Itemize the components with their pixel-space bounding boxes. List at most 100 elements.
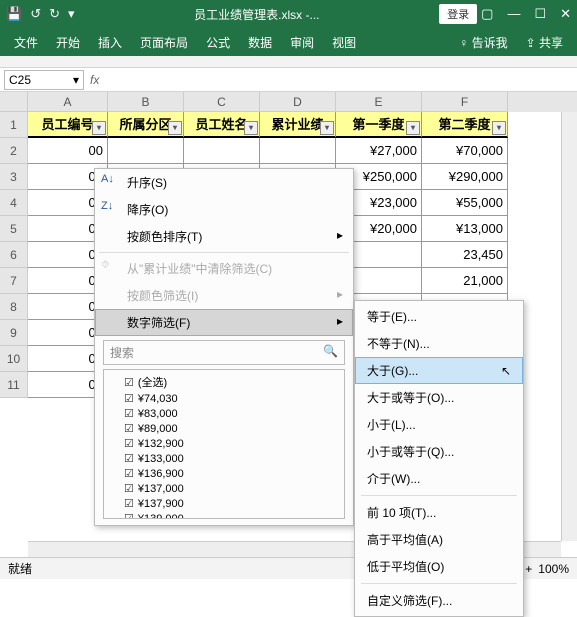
window-title: 员工业绩管理表.xlsx -...: [75, 6, 440, 23]
table-header[interactable]: 累计业绩▾: [260, 112, 336, 138]
ribbon-options-icon[interactable]: ▢: [481, 6, 493, 22]
cell[interactable]: [184, 138, 260, 164]
table-header[interactable]: 所属分区▾: [108, 112, 184, 138]
zoom-level[interactable]: 100%: [538, 562, 569, 576]
minimize-icon[interactable]: —: [507, 6, 520, 22]
filter-value-item[interactable]: ¥137,000: [106, 481, 342, 496]
tab-data[interactable]: 数据: [248, 34, 272, 51]
filter-button[interactable]: ▾: [492, 121, 506, 135]
filter-value-item[interactable]: ¥133,000: [106, 451, 342, 466]
filter-below-avg[interactable]: 低于平均值(O): [355, 553, 523, 580]
col-header[interactable]: B: [108, 92, 184, 112]
cell[interactable]: ¥27,000: [336, 138, 422, 164]
qat-more-icon[interactable]: ▾: [68, 6, 75, 22]
table-header[interactable]: 第一季度▾: [336, 112, 422, 138]
redo-icon[interactable]: ↻: [49, 6, 60, 22]
filter-not-equals[interactable]: 不等于(N)...: [355, 330, 523, 357]
sort-asc[interactable]: A↓升序(S): [95, 169, 353, 196]
clear-filter: ⯑从"累计业绩"中清除筛选(C): [95, 255, 353, 282]
save-icon[interactable]: 💾: [6, 6, 22, 22]
filter-button[interactable]: ▾: [92, 121, 106, 135]
tab-layout[interactable]: 页面布局: [140, 34, 188, 51]
tab-file[interactable]: 文件: [14, 34, 38, 51]
table-header[interactable]: 员工姓名▾: [184, 112, 260, 138]
row-header[interactable]: 3: [0, 164, 28, 190]
filter-button[interactable]: ▾: [406, 121, 420, 135]
cursor-icon: ↖: [501, 364, 511, 378]
select-all[interactable]: (全选): [106, 373, 342, 391]
filter-equals[interactable]: 等于(E)...: [355, 303, 523, 330]
share-button[interactable]: ⇪ 共享: [526, 34, 563, 51]
cell[interactable]: [260, 138, 336, 164]
filter-value-item[interactable]: ¥74,030: [106, 391, 342, 406]
filter-by-color: 按颜色筛选(I)▸: [95, 282, 353, 309]
filter-lte[interactable]: 小于或等于(Q)...: [355, 438, 523, 465]
filter-value-item[interactable]: ¥132,900: [106, 436, 342, 451]
sort-by-color[interactable]: 按颜色排序(T)▸: [95, 223, 353, 250]
filter-between[interactable]: 介于(W)...: [355, 465, 523, 492]
cell[interactable]: ¥290,000: [422, 164, 508, 190]
close-icon[interactable]: ✕: [560, 6, 571, 22]
row-header[interactable]: 4: [0, 190, 28, 216]
col-header[interactable]: D: [260, 92, 336, 112]
filter-above-avg[interactable]: 高于平均值(A): [355, 526, 523, 553]
col-header[interactable]: F: [422, 92, 508, 112]
row-header[interactable]: 10: [0, 346, 28, 372]
login-button[interactable]: 登录: [439, 4, 477, 24]
filter-button[interactable]: ▾: [320, 121, 334, 135]
filter-value-item[interactable]: ¥136,900: [106, 466, 342, 481]
cell[interactable]: 23,450: [422, 242, 508, 268]
col-header[interactable]: C: [184, 92, 260, 112]
vertical-scrollbar[interactable]: [561, 112, 577, 541]
row-header[interactable]: 11: [0, 372, 28, 398]
chevron-down-icon[interactable]: ▾: [73, 73, 79, 87]
filter-gte[interactable]: 大于或等于(O)...: [355, 384, 523, 411]
chevron-right-icon: ▸: [337, 314, 343, 331]
row-header[interactable]: 6: [0, 242, 28, 268]
number-filter[interactable]: 数字筛选(F)▸: [95, 309, 353, 336]
filter-button[interactable]: ▾: [168, 121, 182, 135]
tab-view[interactable]: 视图: [332, 34, 356, 51]
select-all-corner[interactable]: [0, 92, 28, 112]
cell[interactable]: ¥70,000: [422, 138, 508, 164]
col-header[interactable]: A: [28, 92, 108, 112]
fx-icon[interactable]: fx: [90, 73, 99, 87]
cell[interactable]: [108, 138, 184, 164]
search-input[interactable]: 搜索🔍: [103, 340, 345, 365]
filter-greater-than[interactable]: 大于(G)...↖: [355, 357, 523, 384]
cell[interactable]: 21,000: [422, 268, 508, 294]
row-header[interactable]: 2: [0, 138, 28, 164]
tab-formula[interactable]: 公式: [206, 34, 230, 51]
filter-value-item[interactable]: ¥89,000: [106, 421, 342, 436]
filter-top10[interactable]: 前 10 项(T)...: [355, 499, 523, 526]
cell[interactable]: 00: [28, 138, 108, 164]
filter-value-item[interactable]: ¥83,000: [106, 406, 342, 421]
undo-icon[interactable]: ↺: [30, 6, 41, 22]
cell[interactable]: ¥13,000: [422, 216, 508, 242]
filter-custom[interactable]: 自定义筛选(F)...: [355, 587, 523, 614]
tab-insert[interactable]: 插入: [98, 34, 122, 51]
table-header[interactable]: 第二季度▾: [422, 112, 508, 138]
tellme-button[interactable]: ♀ 告诉我: [459, 34, 507, 51]
tab-home[interactable]: 开始: [56, 34, 80, 51]
cell[interactable]: ¥55,000: [422, 190, 508, 216]
row-header[interactable]: 5: [0, 216, 28, 242]
zoom-in-icon[interactable]: +: [525, 562, 532, 576]
filter-value-item[interactable]: ¥137,900: [106, 496, 342, 511]
table-header[interactable]: 员工编号▾: [28, 112, 108, 138]
sort-desc-icon: Z↓: [101, 200, 113, 212]
row-header[interactable]: 7: [0, 268, 28, 294]
name-box[interactable]: C25▾: [4, 70, 84, 90]
sort-desc[interactable]: Z↓降序(O): [95, 196, 353, 223]
number-filter-submenu: 等于(E)... 不等于(N)... 大于(G)...↖ 大于或等于(O)...…: [354, 300, 524, 617]
col-header[interactable]: E: [336, 92, 422, 112]
tab-review[interactable]: 审阅: [290, 34, 314, 51]
filter-value-item[interactable]: ¥139,000: [106, 511, 342, 519]
filter-less-than[interactable]: 小于(L)...: [355, 411, 523, 438]
filter-value-tree[interactable]: (全选) ¥74,030¥83,000¥89,000¥132,900¥133,0…: [103, 369, 345, 519]
filter-button[interactable]: ▾: [244, 121, 258, 135]
row-header[interactable]: 9: [0, 320, 28, 346]
row-header[interactable]: 8: [0, 294, 28, 320]
row-header[interactable]: 1: [0, 112, 28, 138]
maximize-icon[interactable]: ☐: [534, 6, 546, 22]
